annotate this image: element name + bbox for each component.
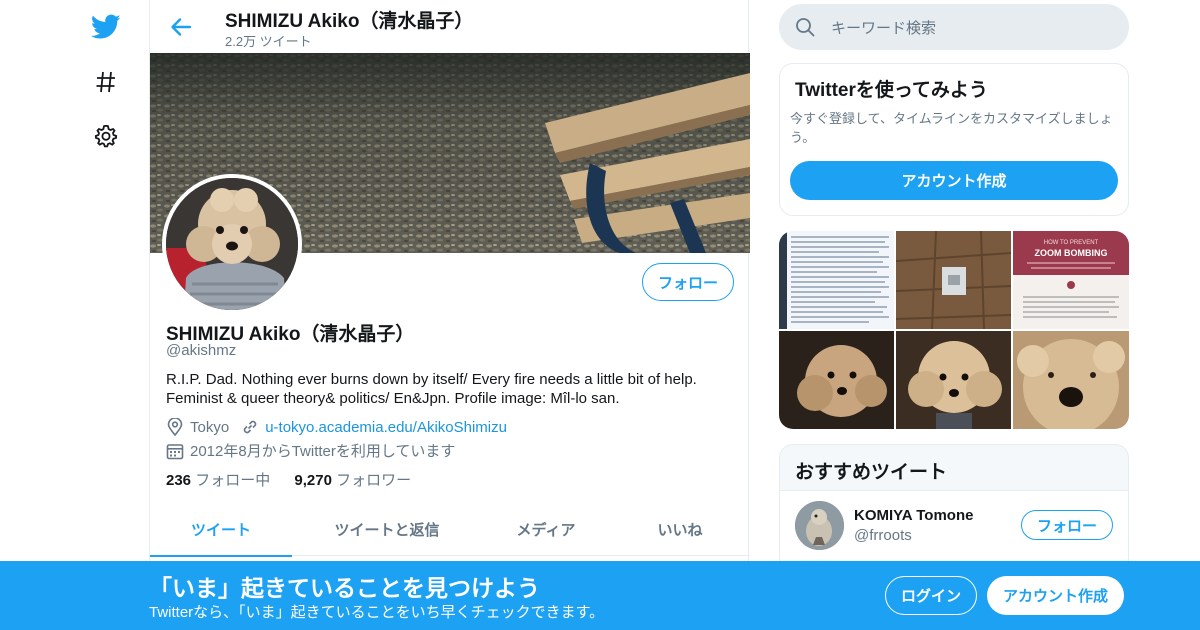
create-account-button[interactable]: アカウント作成 xyxy=(790,161,1118,200)
signup-button[interactable]: アカウント作成 xyxy=(987,576,1124,615)
follow-button[interactable]: フォロー xyxy=(642,263,734,301)
page-title: SHIMIZU Akiko（清水晶子） xyxy=(225,11,474,32)
profile-joined-row: 2012年8月からTwitterを利用しています xyxy=(166,440,455,461)
media-thumbnail[interactable] xyxy=(896,231,1011,329)
recommended-follow-button[interactable]: フォロー xyxy=(1021,510,1113,540)
tab-likes[interactable]: いいね xyxy=(610,503,750,556)
bottom-bar-title: 「いま」起きていることを見つけよう xyxy=(149,575,540,601)
tab-media[interactable]: メディア xyxy=(482,503,610,556)
tab-tweets-and-replies[interactable]: ツイートと返信 xyxy=(292,503,482,556)
bottom-signup-bar: 「いま」起きていることを見つけよう Twitterなら、「いま」起きていることを… xyxy=(0,561,1200,630)
media-thumbnail[interactable] xyxy=(896,331,1011,429)
avatar[interactable] xyxy=(795,501,844,550)
profile-bio: R.I.P. Dad. Nothing ever burns down by i… xyxy=(166,370,726,408)
signup-card-title: Twitterを使ってみよう xyxy=(795,80,988,101)
bottom-bar-subtitle: Twitterなら、「いま」起きていることをいち早くチェックできます。 xyxy=(149,604,605,621)
location-pin-icon xyxy=(166,418,184,436)
tweet-count: 2.2万 ツイート xyxy=(225,34,312,49)
followers-stat[interactable]: 9,270 フォロワー xyxy=(294,472,411,489)
profile-meta-row: Tokyo u-tokyo.academia.edu/AkikoShimizu xyxy=(166,418,507,436)
profile-tabs: ツイート ツイートと返信 メディア いいね xyxy=(150,503,750,557)
media-thumbnail[interactable] xyxy=(779,231,894,329)
gear-icon[interactable] xyxy=(84,114,128,158)
profile-website-link[interactable]: u-tokyo.academia.edu/AkikoShimizu xyxy=(265,419,507,436)
recommended-user-name: KOMIYA Tomone xyxy=(854,507,974,524)
recommended-user-handle: @frroots xyxy=(854,527,912,544)
media-thumbnail[interactable]: HOW TO PREVENT ZOOM BOMBING xyxy=(1013,231,1129,329)
list-item[interactable]: KOMIYA Tomone @frroots フォロー xyxy=(780,490,1128,560)
media-thumbnail[interactable] xyxy=(779,331,894,429)
profile-handle: @akishmz xyxy=(166,342,237,359)
signup-card-description: 今すぐ登録して、タイムラインをカスタマイズしましょう。 xyxy=(790,111,1113,145)
following-stat[interactable]: 236 フォロー中 xyxy=(166,472,270,489)
login-button[interactable]: ログイン xyxy=(885,576,977,615)
bio-line: Feminist & queer theory& politics/ En&Jp… xyxy=(166,390,620,407)
zoom-heading-small: HOW TO PREVENT xyxy=(1044,240,1099,246)
left-nav xyxy=(80,0,130,630)
media-thumbnail[interactable] xyxy=(1013,331,1129,429)
hashtag-icon[interactable] xyxy=(84,60,128,104)
search-input[interactable]: キーワード検索 xyxy=(831,17,936,38)
profile-location: Tokyo xyxy=(190,418,230,436)
bio-line: R.I.P. Dad. Nothing ever burns down by i… xyxy=(166,371,697,388)
followers-label: フォロワー xyxy=(336,472,412,489)
twitter-bird-icon[interactable] xyxy=(84,5,128,49)
following-count: 236 xyxy=(166,472,192,489)
recommended-title: おすすめツイート xyxy=(795,462,948,483)
profile-column: SHIMIZU Akiko（清水晶子） 2.2万 ツイート フォロー SHIMI… xyxy=(149,0,750,630)
back-arrow-icon[interactable] xyxy=(164,10,198,44)
tab-tweets[interactable]: ツイート xyxy=(150,503,292,557)
search-box[interactable]: キーワード検索 xyxy=(779,4,1129,50)
profile-header-bar: SHIMIZU Akiko（清水晶子） 2.2万 ツイート xyxy=(150,0,750,53)
link-icon xyxy=(241,418,259,436)
profile-avatar[interactable] xyxy=(162,174,302,314)
zoom-heading: ZOOM BOMBING xyxy=(1035,248,1108,258)
calendar-icon xyxy=(166,442,184,460)
media-thumbnail-grid: HOW TO PREVENT ZOOM BOMBING xyxy=(779,231,1129,429)
followers-count: 9,270 xyxy=(294,472,332,489)
profile-joined-date: 2012年8月からTwitterを利用しています xyxy=(190,443,456,460)
profile-stats: 236 フォロー中 9,270 フォロワー xyxy=(166,469,411,490)
signup-card: Twitterを使ってみよう 今すぐ登録して、タイムラインをカスタマイズしましょ… xyxy=(779,63,1129,216)
following-label: フォロー中 xyxy=(195,472,271,489)
search-icon xyxy=(795,17,815,37)
